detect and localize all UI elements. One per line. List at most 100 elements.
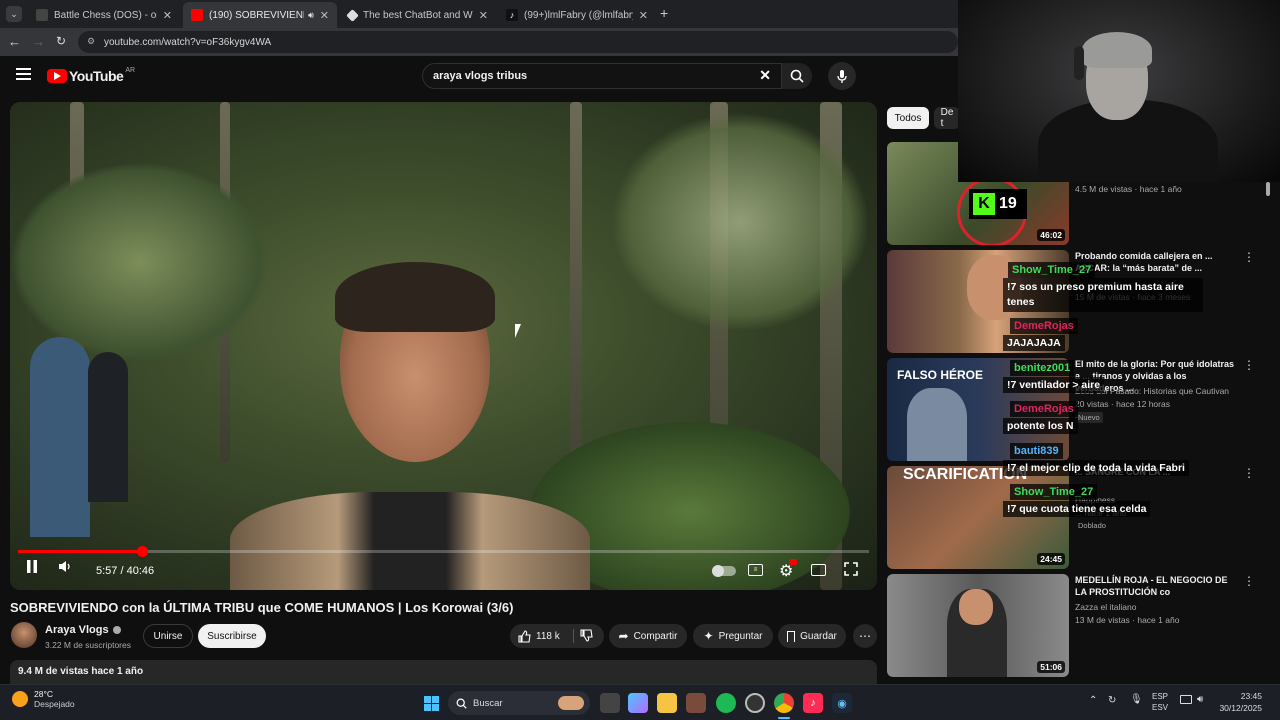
file-explorer-icon[interactable] [657,693,677,713]
task-view-icon[interactable] [600,693,620,713]
new-tab-button[interactable]: + [660,5,674,21]
back-arrow-icon[interactable]: ← [8,34,21,49]
more-vertical-icon[interactable]: ⋮ [1243,358,1255,372]
tab-close-icon[interactable]: ✕ [320,9,329,22]
windows-taskbar: 28°C Despejado Buscar ♪ ◉ ⌃ ↻ 🎙︎ ESP ESV… [0,684,1280,720]
clear-search-icon[interactable]: ✕ [759,67,771,84]
time-display: 5:57 / 40:46 [96,565,155,577]
pause-button[interactable] [26,560,38,573]
address-bar[interactable]: ⚙ youtube.com/watch?v=oF36kygv4WA [78,31,958,53]
youtube-header: YouTube AR araya vlogs tribus ✕ [0,56,960,98]
chip-from-channel[interactable]: De t [934,107,960,129]
tab-close-icon[interactable]: ✕ [163,9,172,22]
app-icon[interactable] [686,693,706,713]
youtube-logo[interactable]: YouTube AR [47,67,135,84]
dislike-button[interactable] [580,629,593,645]
video-player[interactable]: 5:57 / 40:46 ≡ ⚙ [10,102,877,590]
tiktok-icon[interactable]: ♪ [803,693,823,713]
tab-favicon-icon [36,9,48,21]
browser-tab[interactable]: ♪ (99+)lmlFabry (@lmlfabry) | Tik ✕ [498,2,656,28]
recommended-title[interactable]: Probando comida callejera en ... ASCAR: … [1075,250,1235,274]
sparkle-icon: ✦ [703,629,714,643]
tab-close-icon[interactable]: ✕ [479,9,488,22]
kick-logo-icon: K [973,193,995,215]
new-badge: Nuevo [1075,412,1103,423]
autoplay-toggle[interactable] [712,565,736,577]
tray-chevron-icon[interactable]: ⌃ [1089,695,1097,706]
share-label: Compartir [633,630,678,642]
hamburger-menu-icon[interactable] [16,68,31,80]
sidebar-scrollbar[interactable] [1266,182,1270,196]
subscriber-count: 3.22 M de suscriptores [45,640,131,650]
ask-button[interactable]: ✦ Preguntar [693,624,773,648]
voice-search-button[interactable] [828,62,856,90]
network-icon[interactable] [1180,695,1192,704]
recommended-title[interactable]: MEDELLÍN ROJA - EL NEGOCIO DE LA PROSTIT… [1075,574,1235,598]
progress-scrubber[interactable] [137,546,149,557]
settings-button[interactable]: ⚙ [779,559,797,581]
like-button[interactable]: 118 k [510,629,560,643]
chip-all[interactable]: Todos [887,107,929,129]
thumbnail-statue [907,388,967,461]
more-vertical-icon[interactable]: ⋮ [1243,250,1255,264]
chat-username: Show_Time_27 [1008,262,1096,278]
share-icon: ➦ [618,629,629,643]
clock[interactable]: 23:45 30/12/2025 [1214,690,1262,714]
spotify-icon[interactable] [716,693,736,713]
volume-button[interactable] [58,560,72,573]
recommended-meta: 4.5 M de vistas · hace 1 año [1075,184,1182,194]
progress-bar-played [18,550,143,553]
theater-icon [811,564,826,576]
subscribe-button[interactable]: Suscribirse [198,624,266,648]
steam-icon[interactable]: ◉ [832,693,852,713]
microphone-icon [837,69,847,83]
reload-icon[interactable]: ↻ [56,34,66,48]
volume-icon[interactable]: 🔊︎ [1197,694,1203,705]
more-vertical-icon[interactable]: ⋮ [1243,574,1255,588]
recommended-thumbnail[interactable]: 51:06 [887,574,1069,677]
browser-tab[interactable]: The best ChatBot and Widgets ✕ [340,2,496,28]
search-icon [456,698,467,709]
browser-tab[interactable]: Battle Chess (DOS) - online gam ✕ [28,2,180,28]
channel-name[interactable]: Araya Vlogs [45,624,121,636]
save-button[interactable]: Guardar [778,624,846,648]
tiktok-favicon-icon: ♪ [506,9,518,21]
site-info-icon[interactable]: ⚙ [87,36,95,47]
more-actions-button[interactable]: ⋯ [853,624,877,648]
windows-start-icon[interactable] [421,693,441,713]
youtube-favicon-icon [191,9,203,21]
video-duration: 46:02 [1037,229,1065,241]
search-button[interactable] [782,63,812,89]
taskbar-search[interactable]: Buscar [448,691,590,715]
chrome-icon[interactable] [774,693,794,713]
tab-list-dropdown-button[interactable]: ⌄ [6,6,22,22]
obs-icon[interactable] [745,693,765,713]
tab-close-icon[interactable]: ✕ [639,9,648,22]
tray-mic-icon[interactable]: 🎙︎ [1130,694,1143,705]
weather-widget[interactable]: 28°C Despejado [12,689,75,709]
share-button[interactable]: ➦ Compartir [609,624,687,648]
recommended-meta: 13 M de vistas · hace 1 año [1075,615,1180,625]
search-input[interactable]: araya vlogs tribus ✕ [422,63,782,89]
like-divider [573,629,574,643]
fullscreen-button[interactable] [844,562,858,576]
progress-bar[interactable] [18,546,869,557]
copilot-icon[interactable] [628,693,648,713]
like-count: 118 k [536,630,560,642]
recommended-thumbnail[interactable]: SCARIFICATION 24:45 [887,466,1069,569]
forward-arrow-icon[interactable]: → [32,34,45,49]
ask-label: Preguntar [718,630,763,642]
theater-mode-button[interactable] [811,564,826,576]
video-title: SOBREVIVIENDO con la ÚLTIMA TRIBU que CO… [10,600,514,615]
pause-icon [27,560,37,573]
join-button[interactable]: Unirse [143,624,193,648]
keyboard-language[interactable]: ESP ESV [1152,691,1168,713]
subtitles-button[interactable]: ≡ [748,564,763,576]
tray-sync-icon[interactable]: ↻ [1108,695,1116,706]
browser-tab-active[interactable]: (190) SOBREVIVIENDO con 🔊︎ ✕ [183,2,337,28]
channel-avatar[interactable] [11,622,37,648]
bookmark-icon [787,630,796,642]
more-vertical-icon[interactable]: ⋮ [1243,466,1255,480]
thumbnail-overlay-text: FALSO HÉROE [897,368,984,382]
tab-audio-icon[interactable]: 🔊︎ [308,10,314,21]
